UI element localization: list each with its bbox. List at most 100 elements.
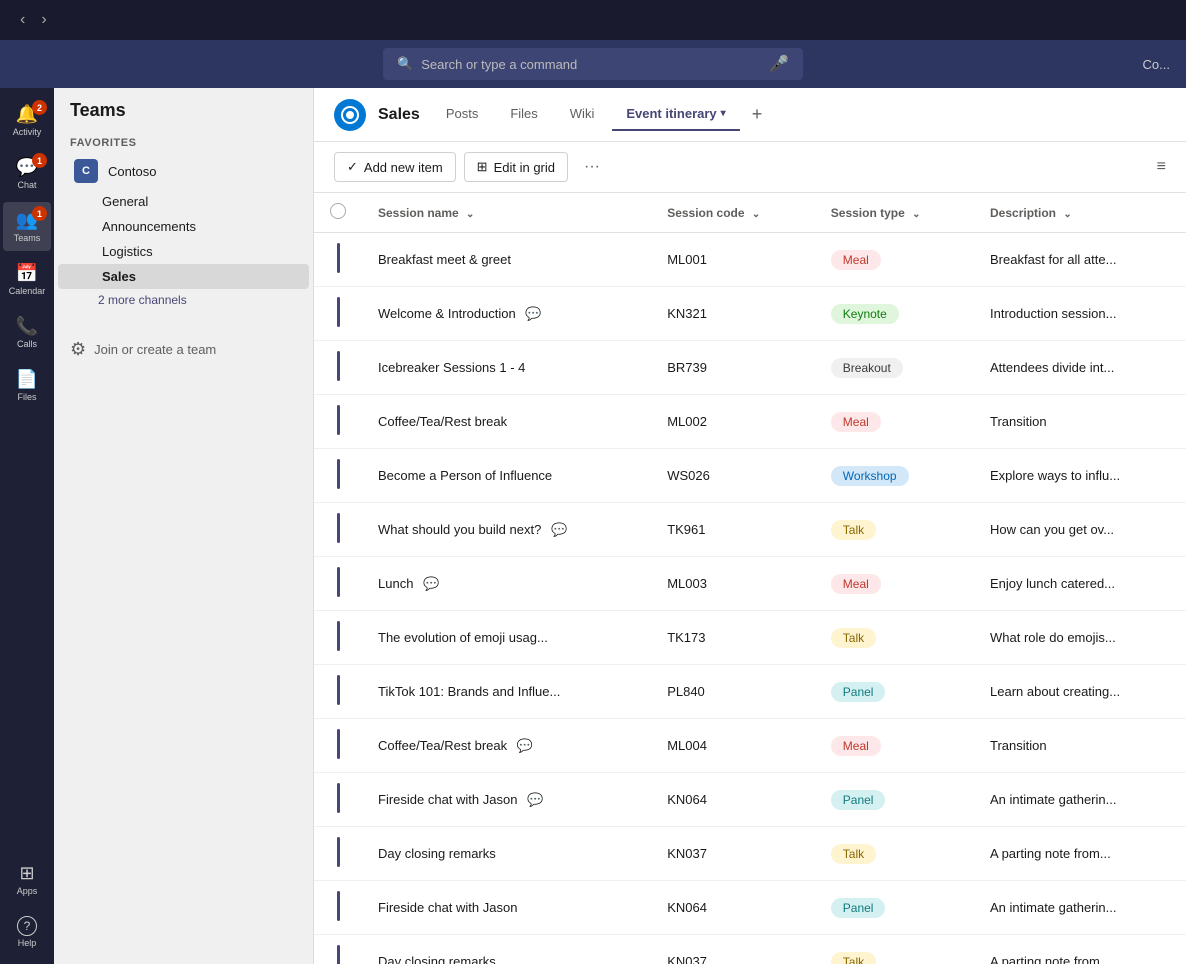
table-container: Session name ⌄ Session code ⌄ Session ty… <box>314 193 1186 964</box>
sidebar-item-files[interactable]: 📄 Files <box>3 361 51 410</box>
table-row[interactable]: Fireside chat with Jason 💬 KN064 Panel A… <box>314 773 1186 827</box>
description-cell: Enjoy lunch catered... <box>974 557 1186 611</box>
sidebar-item-help[interactable]: ? Help <box>3 908 51 956</box>
table-row[interactable]: TikTok 101: Brands and Influe... PL840 P… <box>314 665 1186 719</box>
apps-icon: ⊞ <box>19 863 34 884</box>
teams-badge: 1 <box>32 206 47 221</box>
table-row[interactable]: Icebreaker Sessions 1 - 4 BR739 Breakout… <box>314 341 1186 395</box>
main-content: Sales Posts Files Wiki Event itinerary ▾… <box>314 88 1186 964</box>
description-cell: A parting note from... <box>974 935 1186 964</box>
session-type-badge: Talk <box>831 520 876 540</box>
description-cell: Transition <box>974 719 1186 773</box>
sidebar-item-activity[interactable]: 🔔 2 Activity <box>3 96 51 145</box>
checkmark-icon: ✓ <box>347 159 358 175</box>
tab-wiki[interactable]: Wiki <box>556 98 609 131</box>
mic-button[interactable]: 🎤 <box>769 54 789 74</box>
sidebar-icons: 🔔 2 Activity 💬 1 Chat 👥 1 Teams 📅 Calend… <box>0 88 54 964</box>
search-bar[interactable]: 🔍 Search or type a command 🎤 <box>383 48 803 80</box>
col-description[interactable]: Description ⌄ <box>974 193 1186 233</box>
table-row[interactable]: Breakfast meet & greet ML001 Meal Breakf… <box>314 233 1186 287</box>
chat-badge-icon: 💬 <box>551 522 567 538</box>
toolbar: ✓ Add new item ⊞ Edit in grid ··· ≡ <box>314 142 1186 193</box>
session-code-text: PL840 <box>667 684 705 699</box>
sidebar-item-apps[interactable]: ⊞ Apps <box>3 855 51 904</box>
activity-badge: 2 <box>32 100 47 115</box>
session-type-badge: Panel <box>831 682 886 702</box>
table-row[interactable]: Welcome & Introduction 💬 KN321 Keynote I… <box>314 287 1186 341</box>
sidebar-item-calls[interactable]: 📞 Calls <box>3 308 51 357</box>
session-name-text: TikTok 101: Brands and Influe... <box>378 684 560 699</box>
session-name-cell: Day closing remarks <box>362 935 651 964</box>
channel-tabs: Posts Files Wiki Event itinerary ▾ + <box>432 98 1166 131</box>
table-row[interactable]: The evolution of emoji usag... TK173 Tal… <box>314 611 1186 665</box>
sidebar-item-chat[interactable]: 💬 1 Chat <box>3 149 51 198</box>
sort-icon-name: ⌄ <box>466 209 474 220</box>
col-session-code[interactable]: Session code ⌄ <box>651 193 815 233</box>
session-type-cell: Meal <box>815 719 974 773</box>
table-row[interactable]: Lunch 💬 ML003 Meal Enjoy lunch catered..… <box>314 557 1186 611</box>
tab-files[interactable]: Files <box>496 98 551 131</box>
session-code-cell: KN037 <box>651 935 815 964</box>
table-row[interactable]: Coffee/Tea/Rest break ML002 Meal Transit… <box>314 395 1186 449</box>
session-code-text: ML001 <box>667 252 707 267</box>
description-cell: What role do emojis... <box>974 611 1186 665</box>
add-new-item-button[interactable]: ✓ Add new item <box>334 152 456 182</box>
row-checkbox-cell <box>314 287 362 341</box>
description-cell: Breakfast for all atte... <box>974 233 1186 287</box>
channel-name: Sales <box>378 106 420 124</box>
join-team-button[interactable]: ⚙ Join or create a team <box>54 331 313 368</box>
more-channels[interactable]: 2 more channels <box>54 289 313 311</box>
tab-posts[interactable]: Posts <box>432 98 493 131</box>
row-indicator <box>337 513 340 543</box>
table-row[interactable]: Become a Person of Influence WS026 Works… <box>314 449 1186 503</box>
chat-badge-icon: 💬 <box>423 576 439 592</box>
channel-announcements[interactable]: Announcements <box>58 214 309 239</box>
edit-in-grid-button[interactable]: ⊞ Edit in grid <box>464 152 568 182</box>
description-text: Transition <box>990 738 1047 753</box>
table-row[interactable]: Day closing remarks KN037 Talk A parting… <box>314 827 1186 881</box>
col-session-type[interactable]: Session type ⌄ <box>815 193 974 233</box>
table-row[interactable]: Day closing remarks KN037 Talk A parting… <box>314 935 1186 964</box>
session-code-cell: KN321 <box>651 287 815 341</box>
description-cell: Introduction session... <box>974 287 1186 341</box>
channel-general[interactable]: General <box>58 189 309 214</box>
description-text: An intimate gatherin... <box>990 900 1116 915</box>
sidebar-item-calendar[interactable]: 📅 Calendar <box>3 255 51 304</box>
sidebar-item-teams[interactable]: 👥 1 Teams <box>3 202 51 251</box>
session-name-cell: Fireside chat with Jason <box>362 881 651 935</box>
teams-label: Teams <box>14 233 41 243</box>
files-icon: 📄 <box>16 369 38 390</box>
session-type-cell: Workshop <box>815 449 974 503</box>
description-text: Attendees divide int... <box>990 360 1114 375</box>
table-row[interactable]: What should you build next? 💬 TK961 Talk… <box>314 503 1186 557</box>
add-tab-button[interactable]: + <box>744 100 771 129</box>
session-type-cell: Talk <box>815 935 974 964</box>
help-icon: ? <box>17 916 37 936</box>
contoso-label: Contoso <box>108 164 156 179</box>
row-checkbox-cell <box>314 935 362 964</box>
row-indicator <box>337 891 340 921</box>
table-body: Breakfast meet & greet ML001 Meal Breakf… <box>314 233 1186 964</box>
row-checkbox-cell <box>314 503 362 557</box>
team-contoso[interactable]: C Contoso <box>58 153 309 189</box>
chat-badge-icon: 💬 <box>525 306 541 322</box>
header-checkbox[interactable] <box>330 203 346 219</box>
apps-label: Apps <box>17 886 38 896</box>
table-row[interactable]: Coffee/Tea/Rest break 💬 ML004 Meal Trans… <box>314 719 1186 773</box>
channel-logistics[interactable]: Logistics <box>58 239 309 264</box>
calendar-label: Calendar <box>9 286 46 296</box>
more-options-button[interactable]: ··· <box>576 154 608 180</box>
table-row[interactable]: Fireside chat with Jason KN064 Panel An … <box>314 881 1186 935</box>
row-indicator <box>337 783 340 813</box>
channel-sales[interactable]: Sales <box>58 264 309 289</box>
col-session-name[interactable]: Session name ⌄ <box>362 193 651 233</box>
forward-button[interactable]: › <box>33 7 54 33</box>
back-button[interactable]: ‹ <box>12 7 33 33</box>
chat-badge: 1 <box>32 153 47 168</box>
tab-event-itinerary[interactable]: Event itinerary ▾ <box>612 98 739 131</box>
session-name-text: Fireside chat with Jason <box>378 900 517 915</box>
more-channels-label: 2 more channels <box>98 293 187 307</box>
filter-button[interactable]: ≡ <box>1157 158 1166 176</box>
session-name-text: Day closing remarks <box>378 846 496 861</box>
session-name-text: The evolution of emoji usag... <box>378 630 548 645</box>
